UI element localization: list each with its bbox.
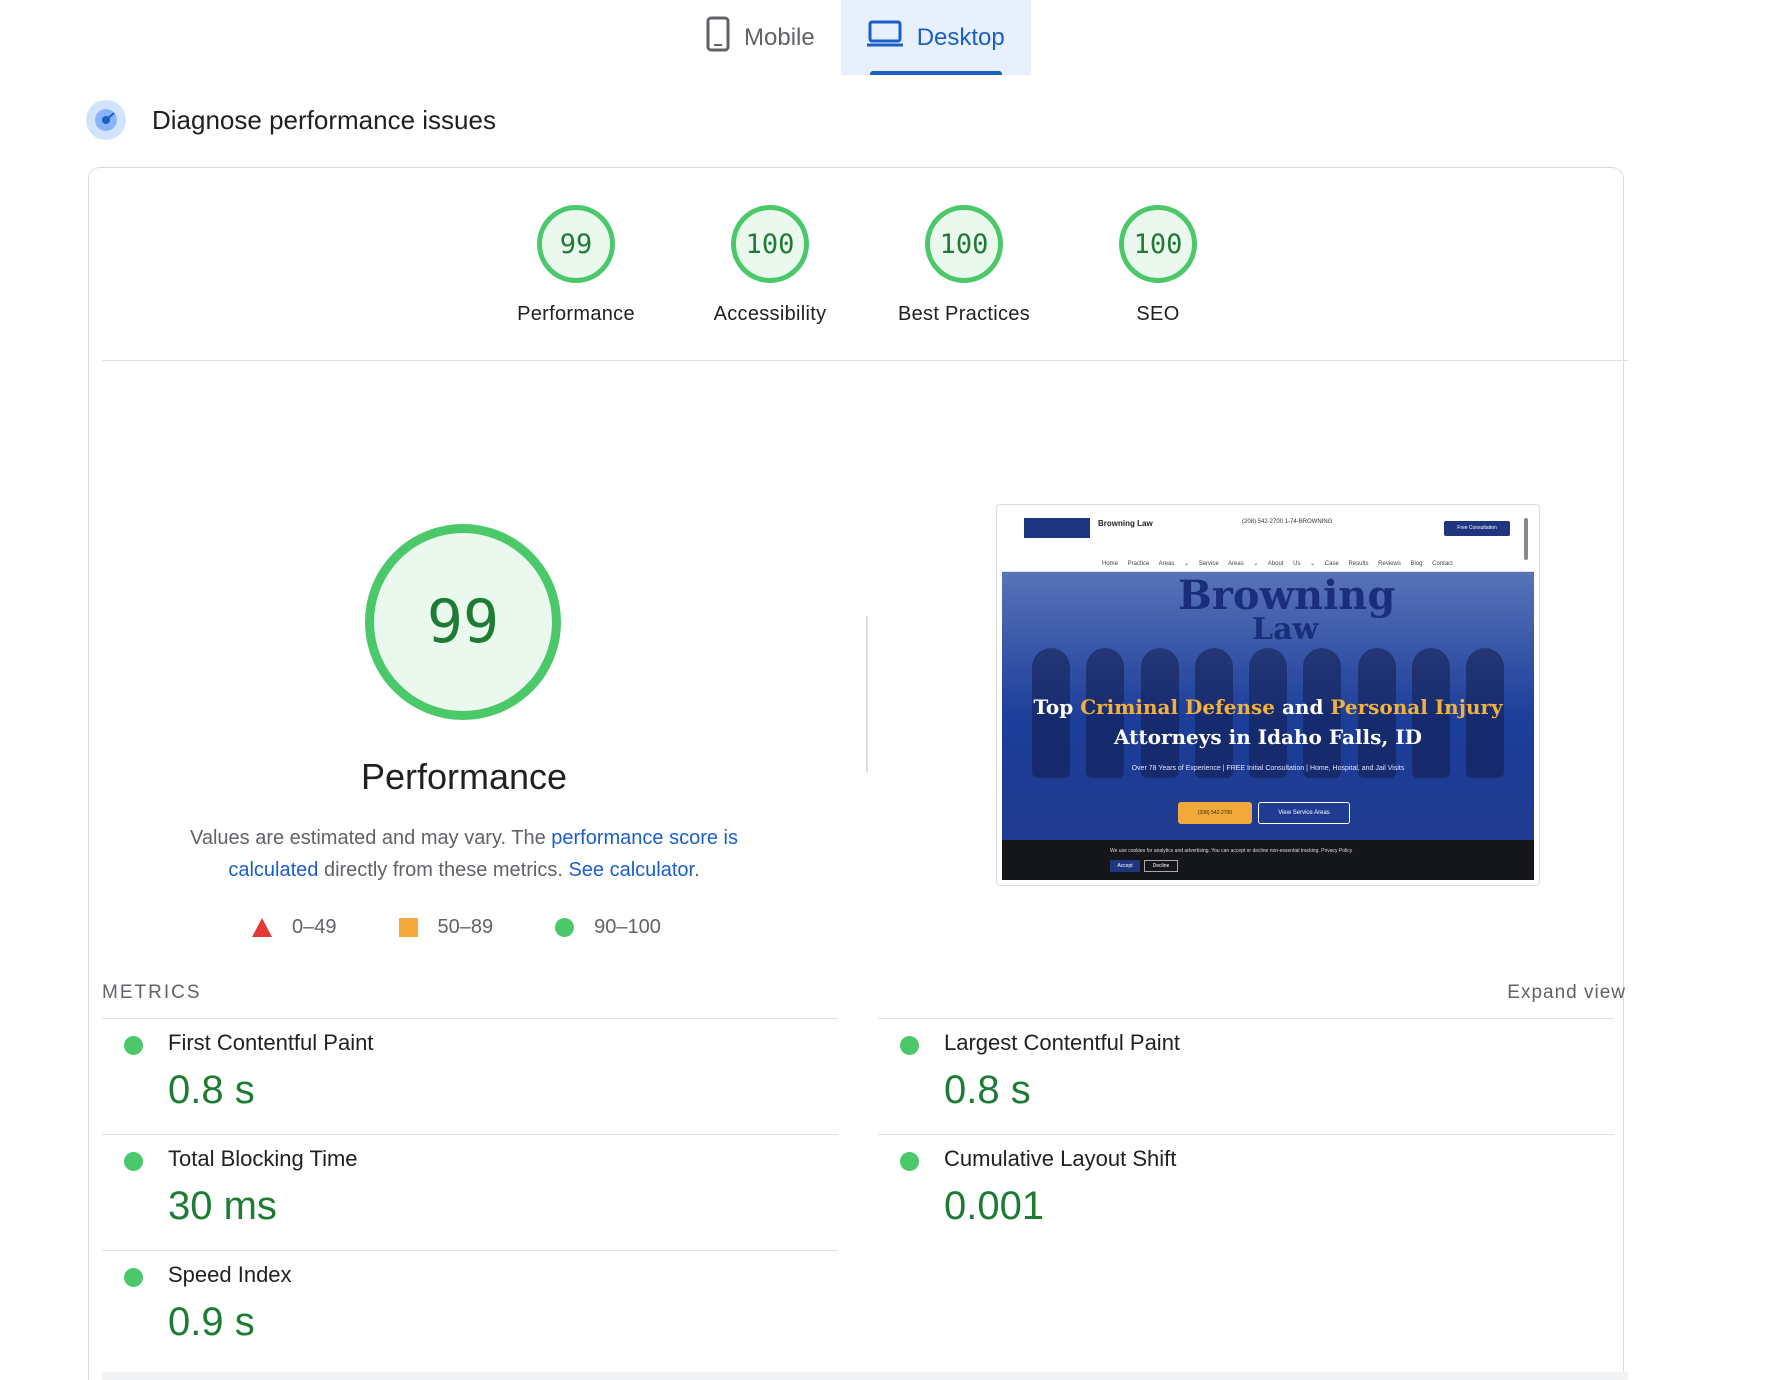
good-status-icon — [124, 1036, 143, 1055]
section-footer-bar — [102, 1372, 1628, 1380]
shot-logo — [1024, 518, 1090, 538]
gauge-best-practices-score: 100 — [925, 205, 1003, 283]
metric-label: Total Blocking Time — [168, 1146, 358, 1171]
shot-decline: Decline — [1144, 860, 1178, 872]
diagnose-icon — [86, 100, 126, 140]
legend-good: 90–100 — [555, 916, 661, 939]
metrics-divider — [102, 1250, 838, 1251]
shot-phone: (208) 542-2700 1-74-BROWNING — [1242, 519, 1333, 525]
metric-value: 0.001 — [944, 1184, 1045, 1228]
good-status-icon — [900, 1152, 919, 1171]
metric-value: 30 ms — [168, 1184, 277, 1228]
desc-prefix: Values are estimated and may vary. The — [189, 827, 552, 849]
metric-label: Speed Index — [168, 1262, 292, 1287]
shot-accept: Accept — [1110, 860, 1140, 872]
metric-label: First Contentful Paint — [168, 1030, 374, 1055]
gauge-seo-score: 100 — [1119, 205, 1197, 283]
shot-cta: Free Consultation — [1444, 521, 1510, 536]
score-gauges: 99 Performance 100 Accessibility 100 Bes… — [0, 205, 1768, 335]
section-header: Diagnose performance issues — [86, 100, 496, 140]
gauge-accessibility-score: 100 — [731, 205, 809, 283]
device-tabs: Mobile Desktop — [680, 0, 1031, 75]
gauge-accessibility[interactable]: 100 Accessibility — [680, 205, 860, 326]
metrics-divider — [102, 1018, 838, 1019]
legend-average-range: 50–89 — [437, 916, 494, 938]
headline-part: Personal Injury — [1330, 695, 1503, 719]
square-icon — [398, 918, 418, 937]
tab-mobile-label: Mobile — [744, 23, 815, 51]
metric-label: Largest Contentful Paint — [944, 1030, 1181, 1055]
desc-suffix: . — [694, 859, 700, 881]
gauge-performance-label: Performance — [517, 303, 635, 325]
see-calculator-link[interactable]: See calculator — [568, 859, 694, 881]
section-title: Diagnose performance issues — [152, 104, 496, 135]
metric-value: 0.8 s — [944, 1068, 1031, 1112]
shot-cookie-text: We use cookies for analytics and adverti… — [1110, 848, 1353, 854]
shot-hero-law: Law — [1252, 612, 1319, 647]
metric-label: Cumulative Layout Shift — [944, 1146, 1177, 1171]
metrics-heading: METRICS — [102, 982, 202, 1003]
triangle-icon — [252, 918, 272, 937]
shot-areas-button: View Service Areas — [1258, 802, 1350, 824]
metric-value: 0.9 s — [168, 1300, 255, 1344]
good-status-icon — [124, 1152, 143, 1171]
shot-scrollbar — [1524, 518, 1528, 560]
desc-middle: directly from these metrics. — [318, 859, 569, 881]
legend-poor: 0–49 — [252, 916, 337, 939]
metrics-divider — [102, 1134, 838, 1135]
legend-poor-range: 0–49 — [292, 916, 337, 938]
performance-score-gauge: 99 — [365, 524, 561, 720]
gauges-divider — [102, 360, 1628, 361]
gauge-accessibility-label: Accessibility — [713, 303, 827, 325]
page-screenshot[interactable]: Browning Law (208) 542-2700 1-74-BROWNIN… — [996, 504, 1540, 886]
shot-phone-button: (208) 542-2700 — [1178, 802, 1252, 824]
expand-view-button[interactable]: Expand view — [1507, 982, 1626, 1004]
shot-header: Browning Law (208) 542-2700 1-74-BROWNIN… — [1002, 510, 1534, 572]
headline-part: and — [1274, 695, 1331, 719]
performance-title: Performance — [360, 756, 568, 797]
shot-subline: Over 78 Years of Experience | FREE Initi… — [1131, 765, 1405, 772]
gauge-performance[interactable]: 99 Performance — [486, 205, 666, 326]
screenshot-canvas: Browning Law (208) 542-2700 1-74-BROWNIN… — [1002, 510, 1534, 880]
gauge-seo[interactable]: 100 SEO — [1068, 205, 1248, 326]
headline-part: Criminal Defense — [1080, 695, 1275, 719]
gauge-best-practices-label: Best Practices — [897, 303, 1031, 325]
gauge-performance-score: 99 — [537, 205, 615, 283]
gauge-seo-label: SEO — [1136, 303, 1180, 325]
headline-part: Top — [1033, 695, 1081, 719]
metrics-divider — [878, 1134, 1614, 1135]
tab-desktop-label: Desktop — [916, 23, 1005, 51]
shot-brand: Browning Law — [1098, 519, 1153, 528]
headline-line-2: Attorneys in Idaho Falls, ID — [1113, 725, 1423, 749]
legend-good-range: 90–100 — [594, 916, 661, 938]
tab-desktop[interactable]: Desktop — [840, 0, 1031, 75]
gauge-best-practices[interactable]: 100 Best Practices — [874, 205, 1054, 326]
good-status-icon — [900, 1036, 919, 1055]
tab-mobile[interactable]: Mobile — [680, 0, 841, 75]
vertical-divider — [866, 616, 868, 772]
shot-hero: Browning Law Top Criminal Defense and Pe… — [1002, 572, 1534, 842]
metrics-divider — [878, 1018, 1614, 1019]
metric-value: 0.8 s — [168, 1068, 255, 1112]
score-legend: 0–49 50–89 90–100 — [252, 916, 723, 939]
shot-headline: Top Criminal Defense and Personal Injury… — [1002, 692, 1534, 752]
performance-description: Values are estimated and may vary. The p… — [160, 822, 768, 886]
active-tab-indicator — [869, 71, 1002, 75]
laptop-icon — [866, 20, 903, 55]
circle-icon — [555, 918, 575, 937]
good-status-icon — [124, 1268, 143, 1287]
legend-average: 50–89 — [398, 916, 494, 939]
shot-menu: Home Practice Areas ⌄ Service Areas ⌄ Ab… — [1102, 561, 1453, 567]
shot-cookie-banner: We use cookies for analytics and adverti… — [1002, 840, 1534, 880]
phone-icon — [706, 16, 730, 59]
